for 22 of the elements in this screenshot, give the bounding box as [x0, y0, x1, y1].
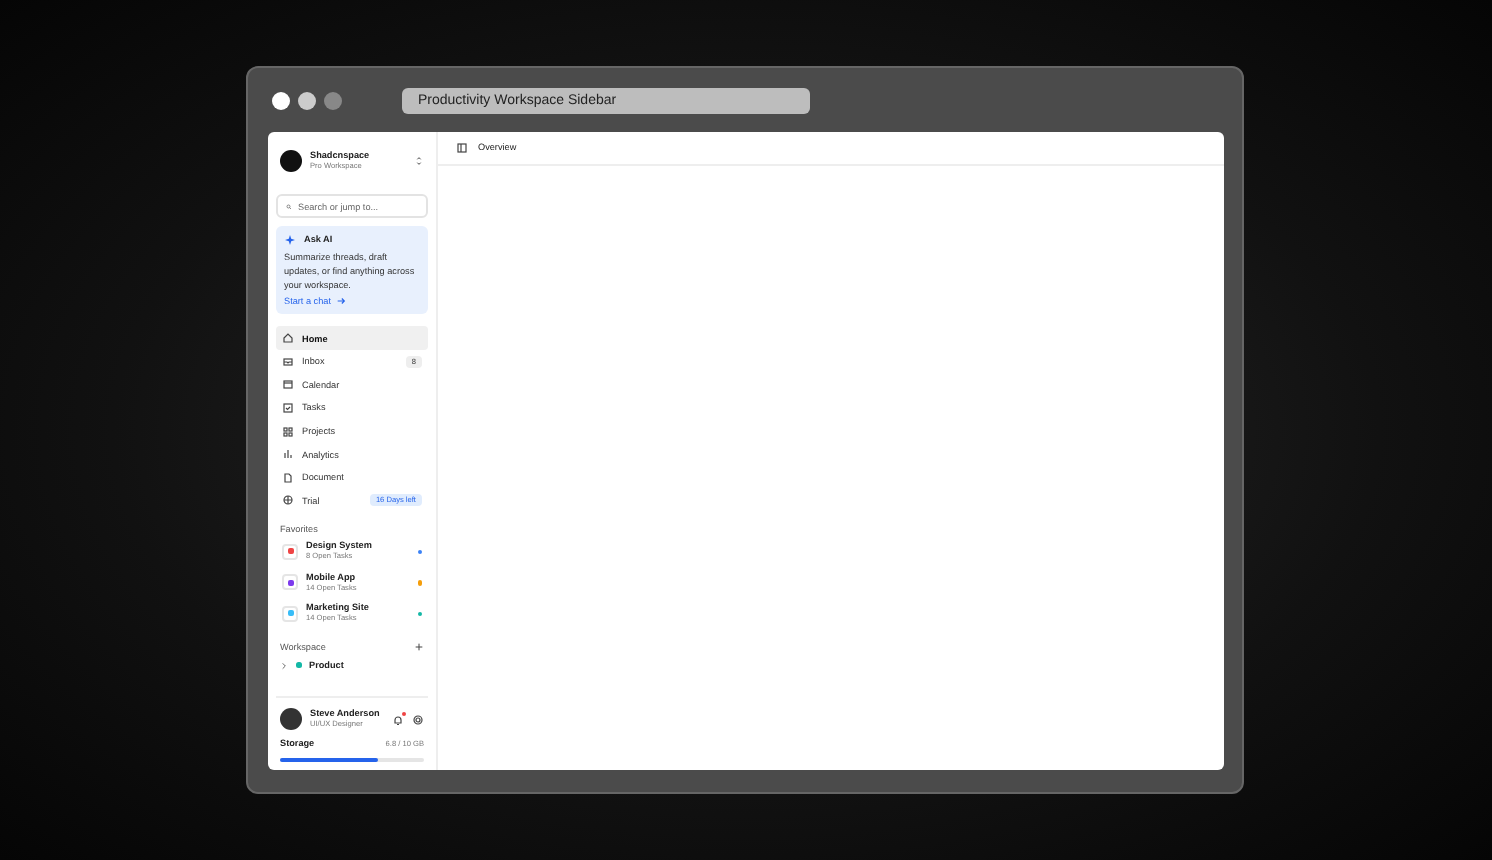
chevron-up-down-icon [414, 155, 424, 165]
bar-chart-icon [282, 448, 294, 461]
project-icon [282, 543, 298, 560]
chevron-right-icon [280, 661, 288, 669]
search-icon [286, 201, 292, 211]
inbox-icon [282, 355, 294, 368]
sidebar-toggle-icon [456, 142, 468, 154]
sparkle-icon [284, 234, 296, 246]
document-icon [282, 471, 294, 484]
grid-icon [282, 425, 294, 437]
project-icon [282, 574, 298, 591]
bell-icon[interactable] [392, 713, 404, 726]
workspace-logo [280, 149, 302, 171]
globe-icon [282, 494, 294, 507]
checkbox-icon [282, 401, 294, 414]
project-icon [282, 605, 298, 622]
arrow-right-icon [335, 296, 345, 307]
settings-icon [412, 713, 424, 726]
plus-icon [414, 642, 424, 653]
home-icon [282, 332, 294, 345]
avatar [280, 708, 302, 731]
calendar-icon [282, 378, 294, 391]
